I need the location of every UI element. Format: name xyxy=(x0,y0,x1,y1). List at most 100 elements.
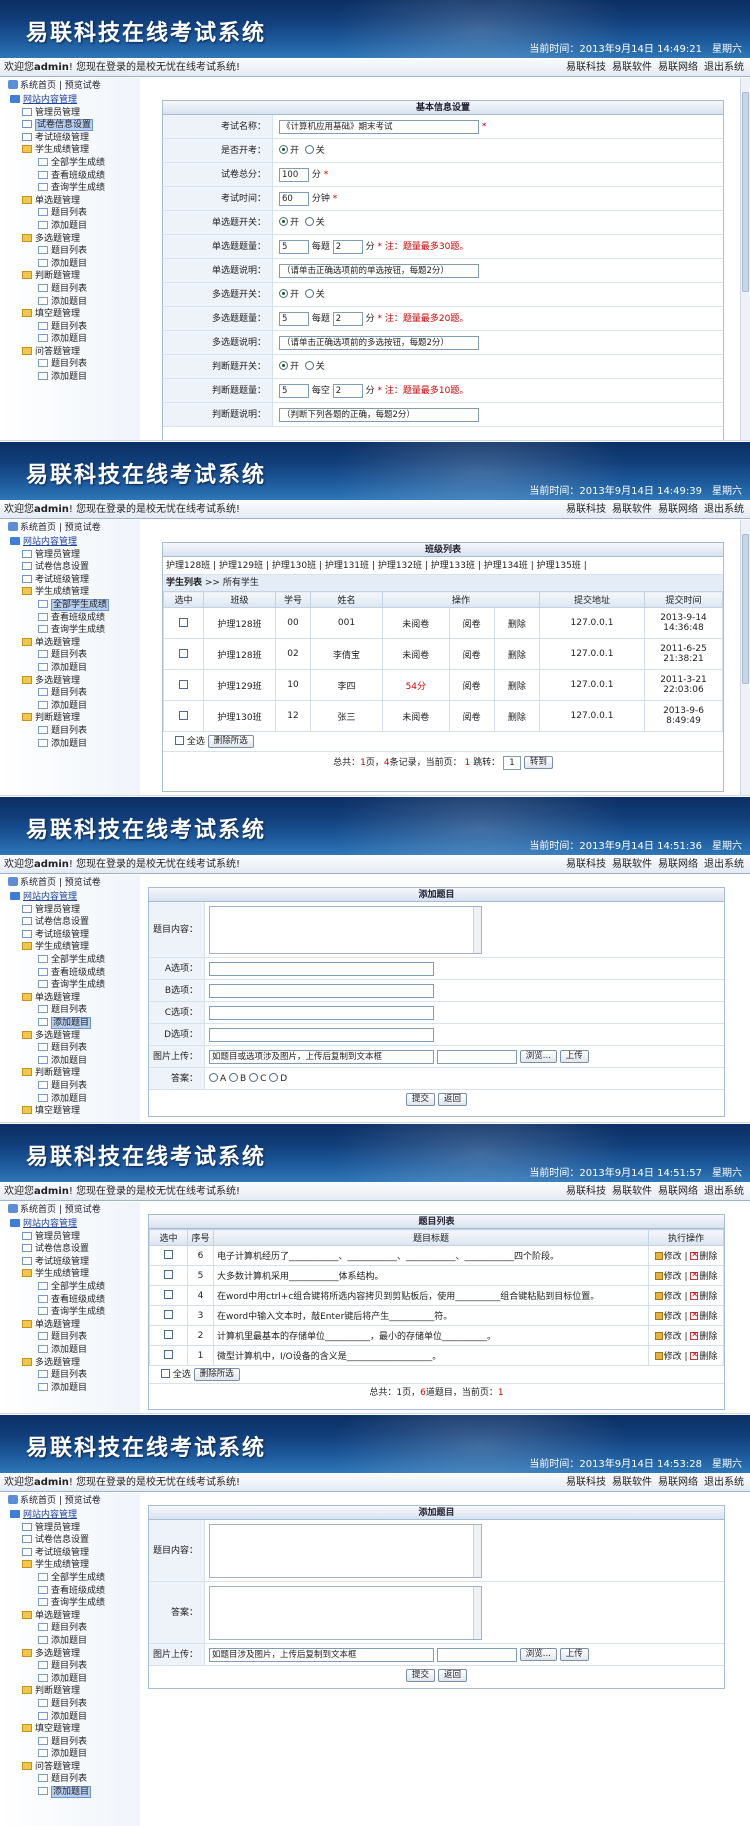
tree-multi-list[interactable]: 题目列表 xyxy=(10,687,140,700)
option-c-input[interactable] xyxy=(209,1005,434,1020)
edit-link[interactable]: 修改 xyxy=(664,1352,682,1362)
row-checkbox[interactable] xyxy=(164,1270,173,1279)
delete-link[interactable]: 删除 xyxy=(493,607,541,639)
file-input[interactable] xyxy=(436,1647,517,1662)
delete-link[interactable]: 删除 xyxy=(699,1332,717,1342)
tree-multi-mgmt[interactable]: 多选题管理 xyxy=(10,1357,140,1370)
class-link-132[interactable]: 护理132班 xyxy=(378,561,422,571)
link-yilian-net[interactable]: 易联网络 xyxy=(658,859,698,870)
tree-single-list[interactable]: 题目列表 xyxy=(10,1331,140,1344)
tree-fill-mgmt[interactable]: 填空题管理 xyxy=(10,1723,140,1736)
tree-judge-add[interactable]: 添加题目 xyxy=(10,738,140,751)
tree-qa-add[interactable]: 添加题目 xyxy=(10,371,140,384)
back-button[interactable]: 返回 xyxy=(437,1669,467,1682)
submit-button[interactable]: 提交 xyxy=(406,1669,436,1682)
tree-single-list[interactable]: 题目列表 xyxy=(10,649,140,662)
tree-class-mgmt[interactable]: 考试班级管理 xyxy=(10,574,140,587)
delete-selected-button[interactable]: 删除所选 xyxy=(207,735,254,748)
tree-all-scores[interactable]: 全部学生成绩 xyxy=(10,1572,140,1585)
tree-multi-add[interactable]: 添加题目 xyxy=(10,1055,140,1068)
link-system-home[interactable]: 系统首页 xyxy=(20,1496,56,1506)
row-checkbox[interactable] xyxy=(164,1310,173,1319)
tree-multi-add[interactable]: 添加题目 xyxy=(10,1673,140,1686)
tree-qa-mgmt[interactable]: 问答题管理 xyxy=(10,1761,140,1774)
scrollbar[interactable] xyxy=(740,78,750,440)
tree-all-scores[interactable]: 全部学生成绩 xyxy=(10,954,140,967)
link-system-home[interactable]: 系统首页 xyxy=(20,81,56,91)
exam-time-input[interactable]: 60 xyxy=(279,191,309,206)
tree-qa-list[interactable]: 题目列表 xyxy=(10,358,140,371)
logout-link[interactable]: 退出系统 xyxy=(704,504,744,515)
select-all-checkbox[interactable] xyxy=(175,736,184,745)
tree-single-list[interactable]: 题目列表 xyxy=(10,1004,140,1017)
class-link-129[interactable]: 护理129班 xyxy=(219,561,263,571)
tree-qa-list[interactable]: 题目列表 xyxy=(10,1773,140,1786)
single-on-radio[interactable] xyxy=(279,217,288,226)
tree-query-scores[interactable]: 查询学生成绩 xyxy=(10,624,140,637)
tree-fill-list[interactable]: 题目列表 xyxy=(10,1736,140,1749)
delete-link[interactable]: 删除 xyxy=(699,1272,717,1282)
tree-multi-mgmt[interactable]: 多选题管理 xyxy=(10,1030,140,1043)
answer-d-radio[interactable] xyxy=(269,1073,279,1082)
tree-single-add[interactable]: 添加题目 xyxy=(10,220,140,233)
question-content-textarea[interactable] xyxy=(209,1524,482,1578)
multi-score-input[interactable]: 2 xyxy=(332,311,363,326)
edit-link[interactable]: 修改 xyxy=(664,1272,682,1282)
browse-button[interactable]: 浏览... xyxy=(519,1648,557,1661)
multi-off-radio[interactable] xyxy=(304,289,314,298)
link-yilian-net[interactable]: 易联网络 xyxy=(658,1186,698,1197)
browse-button[interactable]: 浏览... xyxy=(519,1050,557,1063)
tree-multi-mgmt[interactable]: 多选题管理 xyxy=(10,675,140,688)
tree-multi-mgmt[interactable]: 多选题管理 xyxy=(10,233,140,246)
tree-single-list[interactable]: 题目列表 xyxy=(10,207,140,220)
multi-desc-input[interactable]: （请单击正确选项前的多选按钮，每题2分） xyxy=(279,335,479,350)
tree-class-scores[interactable]: 查看班级成绩 xyxy=(10,1294,140,1307)
judge-desc-input[interactable]: （判断下列各题的正确，每题2分） xyxy=(279,407,479,422)
tree-admin[interactable]: 管理员管理 xyxy=(10,1231,140,1244)
answer-textarea[interactable] xyxy=(209,1586,482,1640)
tree-score-mgmt[interactable]: 学生成绩管理 xyxy=(10,144,140,157)
review-link[interactable]: 阅卷 xyxy=(448,638,495,670)
link-yilian-net[interactable]: 易联网络 xyxy=(658,62,698,73)
exam-close-radio[interactable] xyxy=(304,145,314,154)
tree-single-mgmt[interactable]: 单选题管理 xyxy=(10,1610,140,1623)
submit-button[interactable]: 提交 xyxy=(406,1093,436,1106)
delete-link[interactable]: 删除 xyxy=(699,1312,717,1322)
judge-on-radio[interactable] xyxy=(279,361,288,370)
tree-fill-mgmt[interactable]: 填空题管理 xyxy=(10,1105,140,1118)
tree-exam-info[interactable]: 试卷信息设置 xyxy=(10,916,140,929)
tree-single-list[interactable]: 题目列表 xyxy=(10,1622,140,1635)
single-desc-input[interactable]: （请单击正确选项前的单选按钮，每题2分） xyxy=(279,263,479,278)
tree-all-scores[interactable]: 全部学生成绩 xyxy=(10,157,140,170)
option-b-input[interactable] xyxy=(209,983,434,998)
edit-link[interactable]: 修改 xyxy=(664,1312,682,1322)
logout-link[interactable]: 退出系统 xyxy=(704,859,744,870)
delete-link[interactable]: 删除 xyxy=(493,669,541,701)
edit-link[interactable]: 修改 xyxy=(664,1332,682,1342)
class-link-134[interactable]: 护理134班 xyxy=(484,561,528,571)
tree-query-scores[interactable]: 查询学生成绩 xyxy=(10,182,140,195)
tree-judge-mgmt[interactable]: 判断题管理 xyxy=(10,1685,140,1698)
multi-count-input[interactable]: 5 xyxy=(279,311,309,326)
link-system-home[interactable]: 系统首页 xyxy=(20,1205,56,1215)
tree-admin[interactable]: 管理员管理 xyxy=(10,904,140,917)
tree-class-scores[interactable]: 查看班级成绩 xyxy=(10,170,140,183)
link-yilian-soft[interactable]: 易联软件 xyxy=(612,504,652,515)
tree-single-add[interactable]: 添加题目 xyxy=(10,1344,140,1357)
single-off-radio[interactable] xyxy=(304,217,314,226)
tree-class-mgmt[interactable]: 考试班级管理 xyxy=(10,1256,140,1269)
option-d-input[interactable] xyxy=(209,1027,434,1042)
row-checkbox[interactable] xyxy=(164,1290,173,1299)
tree-class-mgmt[interactable]: 考试班级管理 xyxy=(10,929,140,942)
delete-link[interactable]: 删除 xyxy=(699,1292,717,1302)
link-yilian-tech[interactable]: 易联科技 xyxy=(566,504,606,515)
tree-multi-list[interactable]: 题目列表 xyxy=(10,245,140,258)
link-system-home[interactable]: 系统首页 xyxy=(20,878,56,888)
link-yilian-tech[interactable]: 易联科技 xyxy=(566,859,606,870)
delete-link[interactable]: 删除 xyxy=(493,638,541,670)
answer-b-radio[interactable] xyxy=(229,1073,239,1082)
tree-score-mgmt[interactable]: 学生成绩管理 xyxy=(10,941,140,954)
link-preview-paper[interactable]: 预览试卷 xyxy=(65,1496,101,1506)
class-link-131[interactable]: 护理131班 xyxy=(325,561,369,571)
tree-multi-add[interactable]: 添加题目 xyxy=(10,258,140,271)
